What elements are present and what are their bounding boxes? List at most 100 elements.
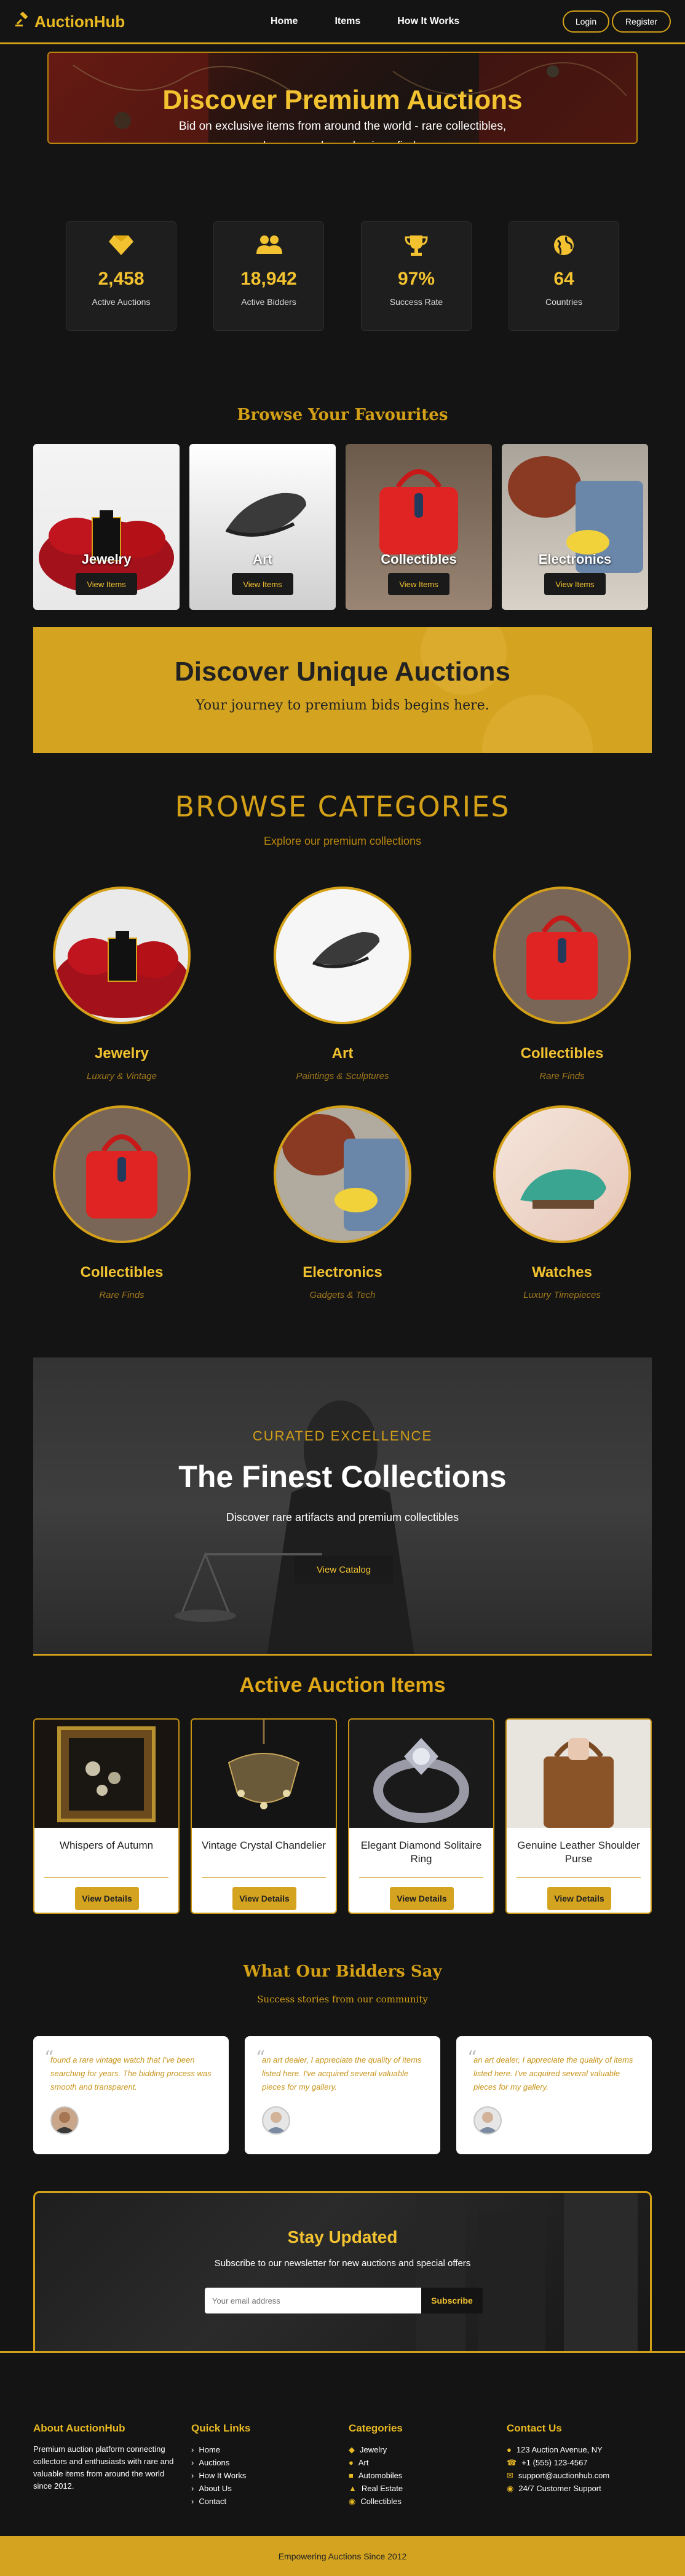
category-name: Electronics bbox=[303, 1264, 382, 1281]
globe-icon bbox=[509, 234, 619, 259]
category-watches[interactable]: Watches Luxury Timepieces bbox=[492, 1105, 632, 1300]
nav-link-home[interactable]: Home bbox=[271, 16, 298, 27]
footer-link-about-us[interactable]: › About Us bbox=[191, 2482, 250, 2495]
footer-category-label: Real Estate bbox=[361, 2484, 403, 2493]
footer-contact-phone[interactable]: ☎ +1 (555) 123-4567 bbox=[507, 2456, 609, 2469]
chevron-right-icon: › bbox=[191, 2497, 194, 2506]
category-name: Collectibles bbox=[520, 1045, 604, 1062]
footer-contact-email[interactable]: ✉ support@auctionhub.com bbox=[507, 2469, 609, 2482]
stat-card-active-auctions: 2,458 Active Auctions bbox=[66, 221, 176, 331]
nav-link-items[interactable]: Items bbox=[335, 16, 360, 27]
auction-item-card[interactable]: Vintage Crystal Chandelier View Details bbox=[191, 1718, 337, 1914]
category-name: Watches bbox=[532, 1264, 592, 1281]
footer-link-label: Auctions bbox=[199, 2458, 230, 2467]
diamond-icon bbox=[66, 234, 176, 259]
footer-link-contact[interactable]: › Contact bbox=[191, 2495, 250, 2508]
footer-contact: Contact Us ● 123 Auction Avenue, NY ☎ +1 (… bbox=[507, 2422, 609, 2495]
category-subtitle: Rare Finds bbox=[539, 1071, 585, 1081]
users-icon bbox=[214, 234, 323, 259]
footer-link-how-it-works[interactable]: › How It Works bbox=[191, 2469, 250, 2482]
auction-item-card[interactable]: Elegant Diamond Solitaire Ring View Deta… bbox=[348, 1718, 494, 1914]
view-items-button[interactable]: View Items bbox=[544, 573, 606, 595]
footer-contact-label: 123 Auction Avenue, NY bbox=[516, 2445, 603, 2454]
footer-link-auctions[interactable]: › Auctions bbox=[191, 2456, 250, 2469]
footer-category-collectibles[interactable]: ◉ Collectibles bbox=[349, 2495, 403, 2508]
category-collectibles[interactable]: Collectibles Rare Finds bbox=[492, 887, 632, 1081]
email-input[interactable] bbox=[205, 2288, 421, 2313]
stat-value: 64 bbox=[553, 269, 574, 289]
footer-category-automobiles[interactable]: ■ Automobiles bbox=[349, 2469, 403, 2482]
footer-link-home[interactable]: › Home bbox=[191, 2443, 250, 2456]
stat-label: Success Rate bbox=[389, 297, 443, 307]
auctions-title: Active Auction Items bbox=[239, 1673, 446, 1697]
footer-link-label: Home bbox=[199, 2445, 221, 2454]
testimonial-card: “ found a rare vintage watch that I've b… bbox=[33, 2036, 229, 2154]
map-pin-icon: ● bbox=[507, 2445, 512, 2454]
footer-category-art[interactable]: ● Art bbox=[349, 2456, 403, 2469]
auction-item-card[interactable]: Whispers of Autumn View Details bbox=[33, 1718, 180, 1914]
brand-logo[interactable]: AuctionHub bbox=[15, 12, 125, 31]
view-details-button[interactable]: View Details bbox=[232, 1887, 296, 1910]
footer-quick-links: Quick Links › Home › Auctions › How It Work… bbox=[191, 2422, 250, 2508]
fav-card-collectibles[interactable]: Collectibles View Items bbox=[346, 444, 492, 610]
stat-value: 97% bbox=[397, 269, 435, 289]
fav-card-art[interactable]: Art View Items bbox=[189, 444, 336, 610]
login-button[interactable]: Login bbox=[563, 10, 609, 33]
avatar bbox=[262, 2106, 290, 2135]
view-items-button[interactable]: View Items bbox=[388, 573, 449, 595]
finest-title: The Finest Collections bbox=[178, 1460, 507, 1494]
view-catalog-button[interactable]: View Catalog bbox=[295, 1555, 393, 1584]
view-items-button[interactable]: View Items bbox=[232, 573, 293, 595]
testimonials-title: What Our Bidders Say bbox=[243, 1962, 442, 1981]
footer-category-label: Automobiles bbox=[358, 2471, 403, 2480]
avatar bbox=[50, 2106, 79, 2135]
category-image bbox=[274, 1105, 411, 1243]
banner-subtitle: Your journey to premium bids begins here… bbox=[196, 698, 489, 713]
newsletter-background-image bbox=[416, 2193, 638, 2354]
trophy-icon bbox=[362, 234, 471, 259]
stat-value: 2,458 bbox=[98, 269, 145, 289]
view-details-button[interactable]: View Details bbox=[390, 1887, 454, 1910]
avatar bbox=[473, 2106, 502, 2135]
footer-categories-title: Categories bbox=[349, 2422, 403, 2434]
footer-quick-title: Quick Links bbox=[191, 2422, 251, 2434]
category-jewelry[interactable]: Jewelry Luxury & Vintage bbox=[52, 887, 192, 1081]
auction-item-name: Genuine Leather Shoulder Purse bbox=[517, 1839, 640, 1865]
banner-decoration bbox=[421, 627, 593, 753]
view-details-button[interactable]: View Details bbox=[547, 1887, 611, 1910]
footer-categories: Categories ◆ Jewelry ● Art ■ Automobiles ▲ R… bbox=[349, 2422, 403, 2508]
stat-card-success-rate: 97% Success Rate bbox=[361, 221, 472, 331]
footer-about-text: Premium auction platform connecting coll… bbox=[33, 2444, 174, 2491]
footer-about: About AuctionHub Premium auction platfor… bbox=[33, 2422, 175, 2492]
category-collectibles-2[interactable]: Collectibles Rare Finds bbox=[52, 1105, 192, 1300]
fav-card-jewelry[interactable]: Jewelry View Items bbox=[33, 444, 180, 610]
footer-contact-label: +1 (555) 123-4567 bbox=[521, 2458, 588, 2467]
divider bbox=[359, 1877, 483, 1878]
auction-item-card[interactable]: Genuine Leather Shoulder Purse View Deta… bbox=[505, 1718, 652, 1914]
stat-label: Countries bbox=[545, 297, 582, 307]
hero-banner: Discover Premium Auctions Bid on exclusi… bbox=[47, 52, 638, 144]
divider bbox=[202, 1877, 326, 1878]
category-art[interactable]: Art Paintings & Sculptures bbox=[272, 887, 413, 1081]
testimonial-text: an art dealer, I appreciate the quality … bbox=[473, 2055, 633, 2092]
envelope-icon: ✉ bbox=[507, 2471, 513, 2480]
subscribe-button[interactable]: Subscribe bbox=[421, 2288, 483, 2313]
footer-category-label: Collectibles bbox=[360, 2497, 402, 2506]
fav-card-name: Art bbox=[253, 551, 272, 567]
view-details-button[interactable]: View Details bbox=[75, 1887, 139, 1910]
auction-item-image bbox=[349, 1720, 493, 1828]
category-electronics[interactable]: Electronics Gadgets & Tech bbox=[272, 1105, 413, 1300]
auction-item-name: Elegant Diamond Solitaire Ring bbox=[360, 1839, 482, 1865]
footer-category-jewelry[interactable]: ◆ Jewelry bbox=[349, 2443, 403, 2456]
stat-card-countries: 64 Countries bbox=[509, 221, 619, 331]
auction-item-image bbox=[34, 1720, 178, 1828]
newsletter-title: Stay Updated bbox=[287, 2227, 398, 2246]
view-items-button[interactable]: View Items bbox=[76, 573, 137, 595]
newsletter-subtitle: Subscribe to our newsletter for new auct… bbox=[214, 2258, 471, 2269]
fav-card-electronics[interactable]: Electronics View Items bbox=[502, 444, 648, 610]
footer-category-real-estate[interactable]: ▲ Real Estate bbox=[349, 2482, 403, 2495]
register-button[interactable]: Register bbox=[612, 10, 671, 33]
auction-item-name: Vintage Crystal Chandelier bbox=[202, 1839, 326, 1851]
nav-link-how-it-works[interactable]: How It Works bbox=[397, 16, 459, 27]
fav-card-name: Jewelry bbox=[81, 551, 132, 567]
